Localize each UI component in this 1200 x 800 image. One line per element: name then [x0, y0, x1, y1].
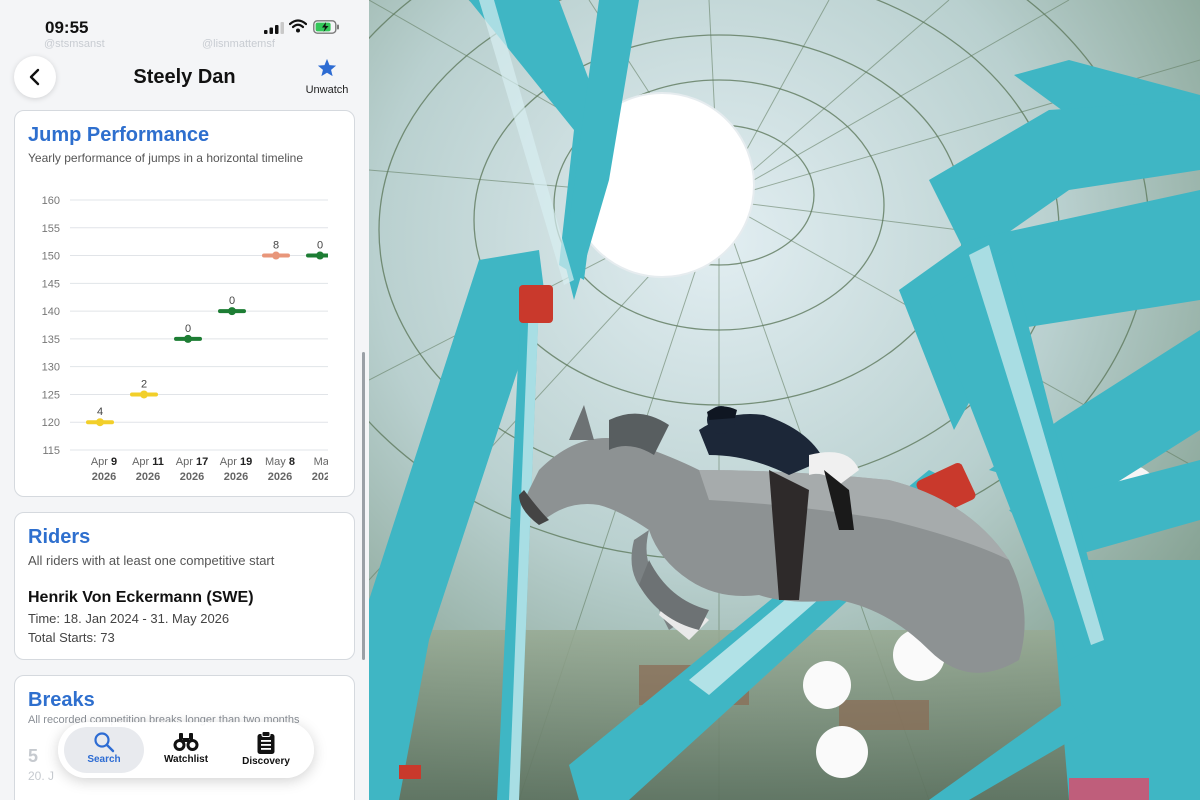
underlay-text: @stsmsanst [44, 38, 105, 50]
unwatch-label: Unwatch [305, 84, 349, 96]
y-tick-label: 130 [42, 362, 60, 374]
x-tick-label: May 8 [265, 456, 295, 468]
tab-search[interactable]: Search [64, 727, 144, 773]
y-tick-label: 150 [42, 251, 60, 263]
x-tick-label: May [314, 456, 328, 468]
tab-watchlist-label: Watchlist [163, 754, 209, 765]
chart-data-label: 8 [273, 240, 279, 252]
y-tick-label: 115 [42, 445, 60, 457]
phone-screen: 09:55 @stsmsanst @lisnmattemsf Steely Da… [0, 0, 369, 800]
chart-data-label: 0 [317, 240, 323, 252]
chart-point [184, 334, 192, 343]
y-tick-label: 120 [42, 417, 60, 429]
chart-point [272, 251, 280, 260]
navigation-bar: Steely Dan Unwatch [0, 54, 369, 102]
y-tick-label: 140 [42, 306, 60, 318]
binoculars-icon [173, 733, 199, 751]
y-tick-label: 145 [42, 278, 60, 290]
show-jumping-photo [369, 0, 1200, 800]
chart-data-label: 0 [229, 295, 235, 307]
battery-charging-icon [313, 20, 339, 34]
rider-name[interactable]: Henrik Von Eckermann (SWE) [28, 589, 254, 607]
break-date: 20. J [28, 769, 55, 783]
chart-point [140, 390, 148, 399]
x-tick-year: 2026 [92, 471, 116, 483]
clipboard-icon [257, 731, 275, 754]
cellular-signal-icon [264, 22, 284, 34]
breaks-title: Breaks [28, 689, 95, 711]
x-tick-label: Apr 11 [132, 456, 164, 468]
magnifier-icon [94, 732, 115, 753]
wifi-icon [289, 19, 307, 33]
chart-point [316, 251, 324, 260]
tab-discovery-label: Discovery [242, 756, 290, 767]
rider-total-starts: Total Starts: 73 [28, 630, 115, 645]
status-bar: 09:55 @stsmsanst @lisnmattemsf [0, 0, 369, 56]
rider-time-range: Time: 18. Jan 2024 - 31. May 2026 [28, 611, 230, 626]
tab-watchlist[interactable]: Watchlist [146, 727, 226, 773]
y-tick-label: 135 [42, 334, 60, 346]
status-time: 09:55 [45, 18, 89, 37]
y-tick-label: 125 [42, 389, 60, 401]
chart-data-label: 4 [97, 406, 103, 418]
x-tick-year: 2026 [224, 471, 248, 483]
scrollbar[interactable] [362, 352, 365, 660]
y-tick-label: 160 [42, 195, 60, 207]
x-tick-year: 2026 [268, 471, 292, 483]
jump-performance-title: Jump Performance [28, 124, 210, 146]
y-tick-label: 155 [42, 223, 60, 235]
x-tick-year: 2026 [180, 471, 204, 483]
riders-title: Riders [28, 526, 91, 548]
star-icon [317, 58, 337, 77]
x-tick-year: 2026 [136, 471, 160, 483]
x-tick-label: Apr 17 [176, 456, 208, 468]
jump-performance-subtitle: Yearly performance of jumps in a horizon… [28, 151, 304, 165]
chart-point [228, 307, 236, 316]
x-tick-label: Apr 9 [91, 456, 117, 468]
break-count: 5 [28, 746, 39, 766]
x-tick-label: Apr 19 [220, 456, 252, 468]
chart-data-label: 0 [185, 323, 191, 335]
underlay-text: @lisnmattemsf [202, 38, 275, 50]
jump-performance-chart: 160 155 150 145 140 135 130 125 120 115 Apr 9 2026 A… [42, 195, 328, 483]
chart-data-label: 2 [141, 378, 147, 390]
x-tick-year: 2026 [312, 471, 328, 483]
tab-bar: Search Watchlist Discovery [58, 722, 314, 778]
riders-subtitle: All riders with at least one competitive… [28, 553, 275, 568]
unwatch-button[interactable]: Unwatch [298, 58, 356, 96]
tab-search-label: Search [87, 754, 121, 765]
tab-discovery[interactable]: Discovery [226, 727, 306, 773]
chart-point [96, 418, 104, 427]
